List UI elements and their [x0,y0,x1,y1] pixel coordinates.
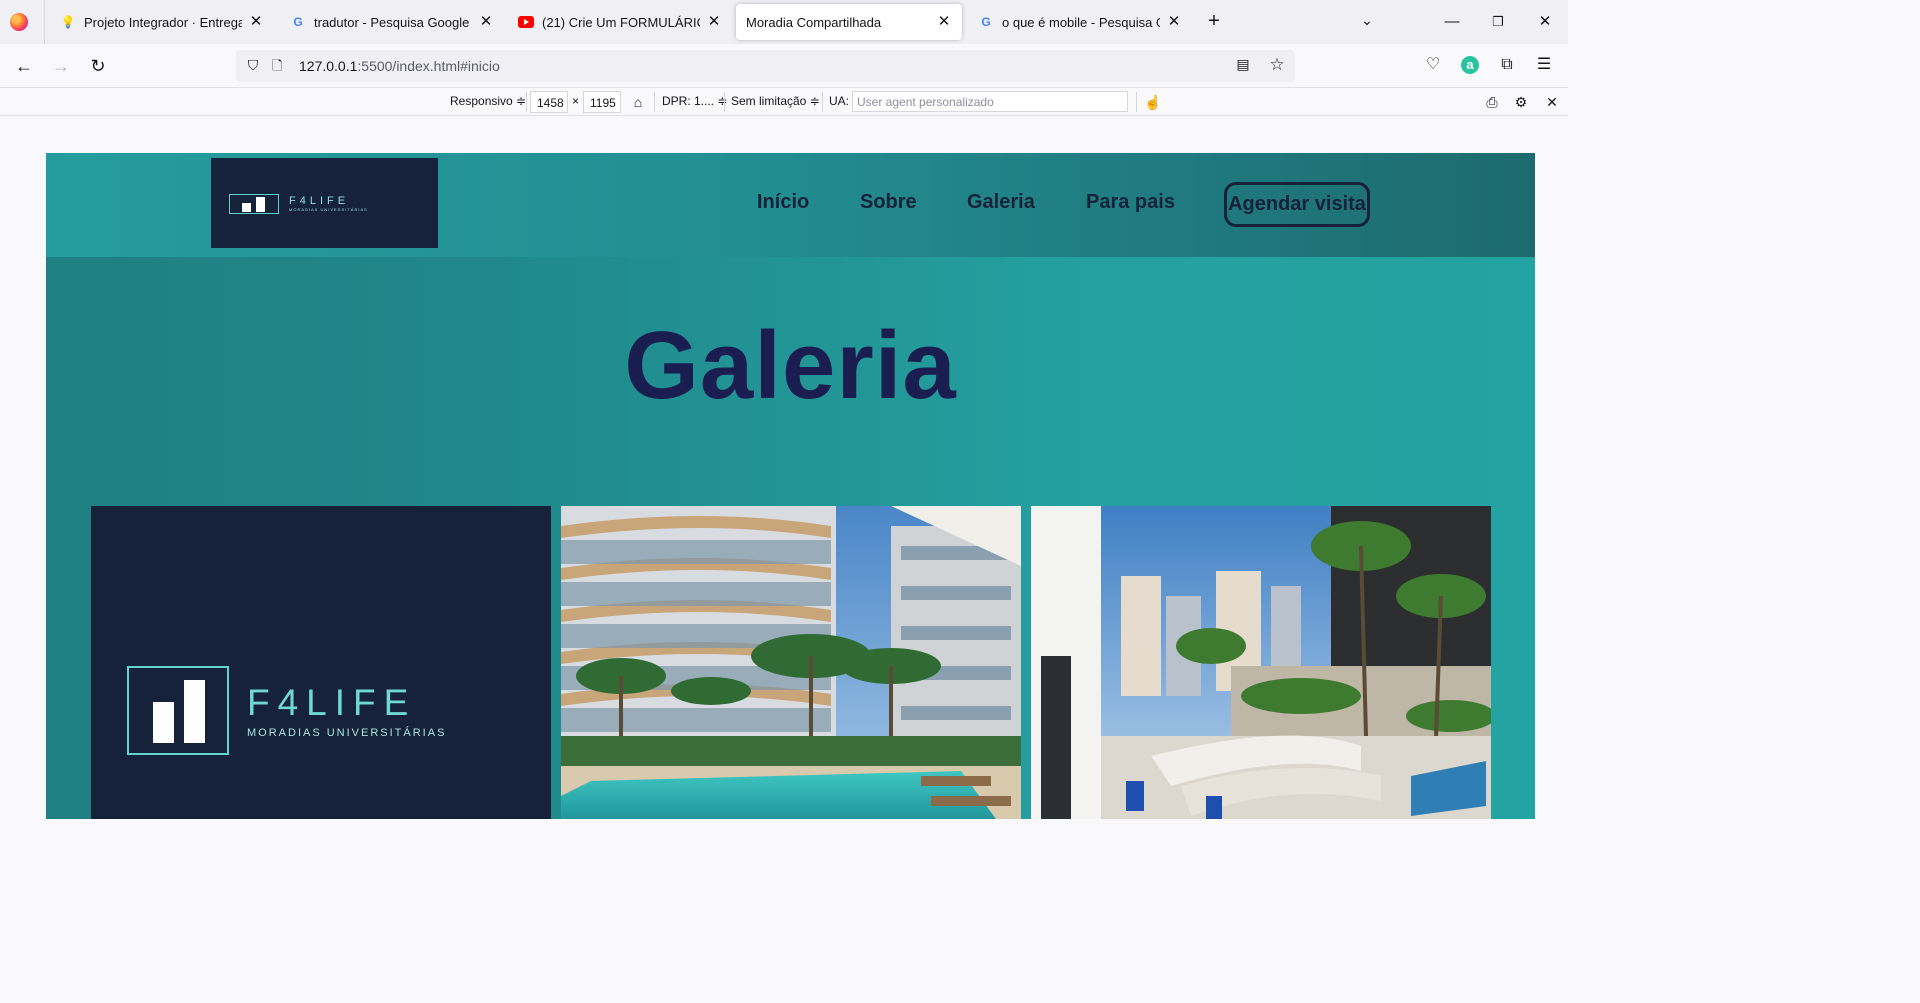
reload-icon[interactable]: ↻ [86,54,110,78]
close-icon[interactable]: ✕ [478,14,494,30]
url-host: 127.0.0.1 [299,58,358,74]
tab-title: tradutor - Pesquisa Google [314,14,470,30]
close-icon[interactable]: ✕ [706,14,722,30]
forward-icon[interactable]: → [49,54,73,78]
throttle-select[interactable]: Sem limitação ≑ [731,94,820,108]
building-pool-image [561,506,1021,819]
responsive-toolbar: Responsivo ≑ 1458 × 1195 ⌂ DPR: 1.... ≑ … [0,88,1568,116]
gallery-item-logo[interactable]: F4LIFE MORADIAS UNIVERSITÁRIAS [91,506,551,819]
pocket-icon[interactable]: ♡ [1422,54,1444,76]
page-viewport: F4LIFE MORADIAS UNIVERSITÁRIAS Início So… [0,117,1568,819]
google-icon: G [981,15,991,29]
logo-tagline: MORADIAS UNIVERSITÁRIAS [247,727,447,739]
tab-strip: 💡 Projeto Integrador · Entrega ✕ G tradu… [0,0,1568,44]
touch-simulation-icon[interactable]: ☝ [1144,93,1162,111]
tab-youtube[interactable]: (21) Crie Um FORMULÁRIO COM ✕ [508,4,732,40]
nav-link-inicio[interactable]: Início [757,191,809,214]
dimension-separator: × [572,94,580,108]
close-window-icon[interactable]: ✕ [1535,12,1555,32]
gallery-title: Galeria [624,312,957,419]
logo-wordmark: F4LIFE [247,682,417,723]
chevron-down-icon[interactable]: ⌄ [1358,12,1376,30]
viewport-width-input[interactable]: 1458 [530,91,568,113]
new-tab-icon[interactable]: + [1204,11,1224,31]
nav-link-galeria[interactable]: Galeria [967,191,1035,214]
divider [526,92,527,112]
viewport-height-input[interactable]: 1195 [583,91,621,113]
logo-wordmark: F4LIFE [289,195,350,207]
navigation-bar: ← → ↻ ⛉ 🗋 127.0.0.1:5500/index.html#inic… [0,44,1568,88]
user-agent-input[interactable]: User agent personalizado [852,91,1128,112]
courtyard-image [1031,506,1491,819]
minimize-icon[interactable]: — [1442,12,1462,32]
ua-label: UA: [829,94,850,108]
tab-title: o que é mobile - Pesquisa Goog [1002,14,1160,30]
bookmark-star-icon[interactable]: ☆ [1267,55,1287,75]
settings-gear-icon[interactable]: ⚙ [1512,93,1530,111]
screenshot-icon[interactable]: ⎙ [1483,93,1501,111]
page-icon[interactable]: 🗋 [272,57,288,75]
account-icon[interactable]: a [1461,56,1479,74]
dpr-select[interactable]: DPR: 1.... ≑ [662,94,727,108]
divider [724,92,725,112]
divider [1136,92,1137,112]
shield-icon[interactable]: ⛉ [244,57,262,75]
device-select[interactable]: Responsivo ≑ [450,94,526,108]
nav-link-sobre[interactable]: Sobre [860,191,917,214]
gallery-photo-tower-pool[interactable] [561,506,1021,819]
logo-mark-icon [127,666,229,755]
google-icon: G [293,15,303,29]
tab-moradia-compartilhada[interactable]: Moradia Compartilhada ✕ [736,4,962,40]
logo-tagline: MORADIAS UNIVERSITÁRIAS [289,207,368,212]
close-icon[interactable]: ✕ [1543,93,1561,111]
back-icon[interactable]: ← [12,54,36,78]
close-icon[interactable]: ✕ [936,14,952,30]
tab-separator [44,0,45,44]
url-text[interactable]: 127.0.0.1:5500/index.html#inicio [299,58,500,74]
reader-view-icon[interactable]: ▤ [1233,56,1253,76]
menu-icon[interactable]: ☰ [1533,54,1555,76]
nav-link-para-pais[interactable]: Para pais [1086,191,1175,214]
tab-title: (21) Crie Um FORMULÁRIO COM [542,14,700,30]
site-header: F4LIFE MORADIAS UNIVERSITÁRIAS Início So… [46,153,1535,257]
close-icon[interactable]: ✕ [1166,14,1182,30]
tab-projeto-integrador[interactable]: 💡 Projeto Integrador · Entrega ✕ [50,4,274,40]
gallery-photo-courtyard[interactable] [1031,506,1491,819]
schedule-visit-button[interactable]: Agendar visita [1224,182,1370,227]
url-bar[interactable]: ⛉ 🗋 127.0.0.1:5500/index.html#inicio ▤ ☆ [236,50,1295,82]
extensions-icon[interactable]: ⧉ [1496,54,1518,76]
url-path: :5500/index.html#inicio [357,58,500,74]
divider [654,92,655,112]
tab-mobile[interactable]: G o que é mobile - Pesquisa Goog ✕ [968,4,1192,40]
close-icon[interactable]: ✕ [248,14,264,30]
tab-tradutor[interactable]: G tradutor - Pesquisa Google ✕ [280,4,504,40]
divider [822,92,823,112]
logo-mark-icon [229,194,279,214]
tab-title: Projeto Integrador · Entrega [84,14,242,30]
youtube-icon [518,14,534,30]
site-logo[interactable]: F4LIFE MORADIAS UNIVERSITÁRIAS [211,158,438,248]
website: F4LIFE MORADIAS UNIVERSITÁRIAS Início So… [46,153,1535,819]
firefox-icon[interactable] [10,13,28,31]
lightbulb-icon: 💡 [60,15,76,29]
rotate-icon[interactable]: ⌂ [629,93,647,111]
tab-title: Moradia Compartilhada [746,14,882,30]
restore-icon[interactable]: ❐ [1488,12,1508,32]
